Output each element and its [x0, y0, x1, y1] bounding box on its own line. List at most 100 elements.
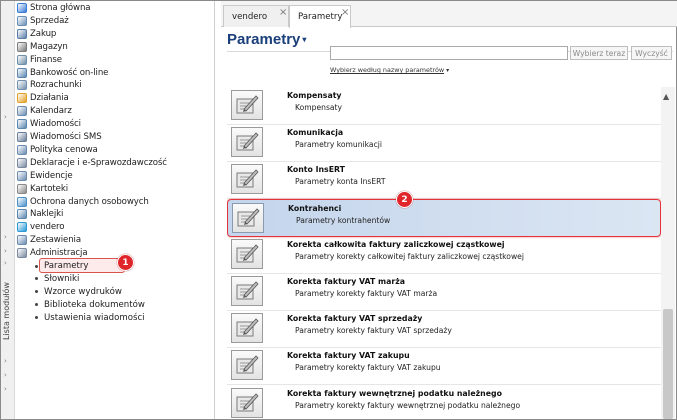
- parameter-settings-icon: [231, 387, 263, 418]
- strip-arrow-icon[interactable]: ›: [4, 259, 7, 267]
- parameter-description: Kompensaty: [295, 103, 343, 112]
- list-item[interactable]: Konto InsERT Parametry konta InsERT: [227, 161, 661, 200]
- list-item[interactable]: Korekta całkowita faktury zaliczkowej cz…: [227, 236, 661, 274]
- stickers-icon: [17, 209, 27, 220]
- tree-subitem[interactable]: Wzorce wydruków: [35, 286, 122, 298]
- parameter-name: Komunikacja: [287, 128, 344, 138]
- bank-icon: [17, 67, 27, 78]
- tree-subitem[interactable]: Biblioteka dokumentów: [35, 299, 145, 311]
- bullet-icon: [35, 303, 38, 307]
- parameters-list: Kompensaty Kompensaty Komunikacja Parametry…: [227, 87, 661, 419]
- tree-subitem-label: Słowniki: [44, 273, 80, 284]
- tree-item-messages[interactable]: Wiadomości: [17, 118, 81, 130]
- tree-subitem[interactable]: Słowniki: [35, 273, 79, 285]
- scroll-up-icon[interactable]: ▲: [663, 92, 669, 101]
- parameter-name: Korekta faktury VAT sprzedaży: [287, 314, 423, 324]
- close-icon[interactable]: ×: [341, 7, 349, 18]
- parameter-settings-icon: [231, 127, 263, 158]
- tree-item-files[interactable]: Kartoteki: [17, 183, 68, 195]
- tab-vendero[interactable]: vendero ×: [223, 5, 289, 27]
- tree-item-label: Polityka cenowa: [30, 144, 98, 155]
- tree-item-finance[interactable]: Finanse: [17, 54, 62, 66]
- application-window: › › › › › › › Lista modułów Strona główn…: [0, 0, 677, 420]
- strip-arrow-icon[interactable]: ›: [4, 357, 7, 365]
- tab-label: vendero: [232, 11, 268, 22]
- tree-item-actions[interactable]: Działania: [17, 92, 69, 104]
- settlements-icon: [17, 80, 27, 91]
- tree-item-settlements[interactable]: Rozrachunki: [17, 79, 82, 91]
- scroll-thumb[interactable]: [663, 309, 673, 419]
- tree-item-sms[interactable]: Wiadomości SMS: [17, 131, 102, 143]
- tree-item-data-protection[interactable]: Ochrona danych osobowych: [17, 196, 149, 208]
- tab-bar: vendero × Parametry ×: [221, 1, 677, 28]
- scrollbar[interactable]: ▲: [661, 87, 675, 419]
- tree-item-label: Sprzedaż: [30, 15, 69, 26]
- module-tree: Strona główna Sprzedaż Zakup Magazyn Finanse…: [15, 1, 215, 419]
- tree-item-declarations[interactable]: Deklaracje i e-Sprawozdawczość: [17, 157, 167, 169]
- tree-item-sales[interactable]: Sprzedaż: [17, 15, 69, 27]
- tree-item-bank[interactable]: Bankowość on-line: [17, 67, 108, 79]
- tree-item-warehouse[interactable]: Magazyn: [17, 41, 68, 53]
- tree-subitem-label: Wzorce wydruków: [44, 286, 122, 297]
- vendero-icon: [17, 222, 27, 233]
- tree-subitem[interactable]: Ustawienia wiadomości: [35, 312, 145, 324]
- callout-badge-1: 1: [117, 254, 134, 271]
- tree-subitem[interactable]: Parametry: [35, 258, 125, 273]
- strip-arrow-icon[interactable]: ›: [4, 113, 7, 121]
- calendar-icon: [17, 106, 27, 117]
- declarations-icon: [17, 157, 27, 168]
- list-item[interactable]: Korekta faktury wewnętrznej podatku nale…: [227, 385, 661, 419]
- list-item[interactable]: Komunikacja Parametry komunikacji: [227, 124, 661, 163]
- list-item[interactable]: Korekta faktury VAT marża Parametry korek…: [227, 273, 661, 311]
- tree-item-label: Ewidencje: [30, 170, 73, 181]
- parameter-name: Korekta całkowita faktury zaliczkowej cz…: [287, 239, 505, 249]
- page-title[interactable]: Parametry ▾: [227, 31, 306, 48]
- tree-item-home[interactable]: Strona główna: [17, 2, 91, 14]
- list-item[interactable]: Kontrahenci Parametry kontrahentów: [227, 198, 661, 237]
- parameter-settings-icon: [231, 164, 263, 195]
- choose-now-button[interactable]: Wybierz teraz: [570, 46, 628, 60]
- strip-arrow-icon[interactable]: ›: [4, 233, 7, 241]
- tree-item-label: Administracja: [30, 248, 88, 259]
- tree-item-reports[interactable]: Zestawienia: [17, 234, 81, 246]
- tab-label: Parametry: [298, 12, 343, 22]
- close-icon[interactable]: ×: [279, 7, 287, 18]
- tree-item-label: vendero: [30, 222, 65, 233]
- admin-icon: [17, 248, 27, 259]
- tree-item-vendero[interactable]: vendero: [17, 221, 65, 233]
- bullet-icon: [35, 277, 38, 281]
- tree-item-records[interactable]: Ewidencje: [17, 170, 73, 182]
- parameter-name: Korekta faktury wewnętrznej podatku nale…: [287, 388, 502, 398]
- strip-arrow-icon[interactable]: ›: [4, 385, 7, 393]
- tree-item-purchase[interactable]: Zakup: [17, 28, 56, 40]
- search-input[interactable]: [330, 46, 568, 60]
- tree-item-label: Strona główna: [30, 3, 91, 13]
- strip-arrow-icon[interactable]: ›: [4, 247, 7, 255]
- tree-item-stickers[interactable]: Naklejki: [17, 208, 63, 220]
- data-protection-icon: [17, 196, 27, 207]
- parameter-name: Konto InsERT: [287, 165, 346, 175]
- records-icon: [17, 170, 27, 181]
- parameter-description: Parametry korekty faktury VAT sprzedaży: [295, 326, 452, 336]
- parameter-description: Parametry komunikacji: [295, 140, 382, 150]
- page-title-text: Parametry: [227, 31, 301, 48]
- module-list-strip[interactable]: › › › › › › › Lista modułów: [1, 1, 15, 419]
- files-icon: [17, 183, 27, 194]
- list-item[interactable]: Korekta faktury VAT zakupu Parametry kore…: [227, 347, 661, 386]
- tree-item-pricing[interactable]: Polityka cenowa: [17, 144, 98, 156]
- tree-item-label: Zestawienia: [30, 235, 81, 246]
- clear-button[interactable]: Wyczyść: [631, 46, 672, 60]
- search-mode-dropdown[interactable]: Wybierz według nazwy parametrów ▾: [330, 66, 449, 74]
- tree-item-label: Deklaracje i e-Sprawozdawczość: [30, 157, 167, 168]
- tree-item-calendar[interactable]: Kalendarz: [17, 105, 72, 117]
- list-item[interactable]: Kompensaty Kompensaty: [227, 87, 661, 125]
- strip-arrow-icon[interactable]: ›: [4, 371, 7, 379]
- module-list-label: Lista modułów: [2, 282, 11, 340]
- parameter-settings-icon: [231, 238, 263, 269]
- parameter-name: Kompensaty: [287, 91, 342, 100]
- tree-subitem-label: Ustawienia wiadomości: [44, 312, 145, 323]
- list-item[interactable]: Korekta faktury VAT sprzedaży Parametry k…: [227, 310, 661, 349]
- reports-icon: [17, 235, 27, 246]
- tab-parametry[interactable]: Parametry ×: [289, 5, 351, 28]
- callout-badge-2: 2: [396, 191, 413, 208]
